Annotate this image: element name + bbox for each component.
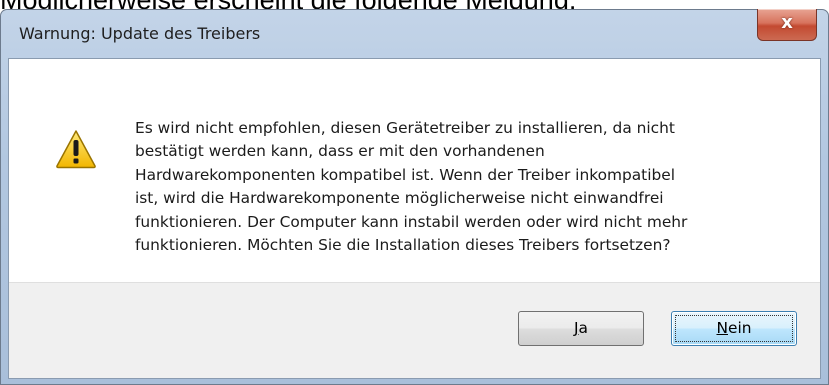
no-button-label: ein: [728, 319, 752, 337]
no-button-mnemonic: N: [716, 319, 728, 337]
button-bar: Ja Nein: [9, 282, 820, 378]
warning-message: Es wird nicht empfohlen, diesen Gerätetr…: [135, 119, 688, 255]
yes-button[interactable]: Ja: [518, 311, 644, 346]
dialog-content: Es wird nicht empfohlen, diesen Gerätetr…: [8, 58, 821, 379]
close-icon: x: [781, 12, 793, 33]
dialog-title: Warnung: Update des Treibers: [19, 24, 261, 43]
close-button[interactable]: x: [757, 9, 817, 41]
no-button[interactable]: Nein: [671, 311, 797, 346]
title-bar[interactable]: Warnung: Update des Treibers x: [1, 9, 828, 58]
warning-icon: [56, 130, 96, 169]
yes-button-label: a: [578, 319, 588, 337]
dialog-window: Warnung: Update des Treibers x Es wird n…: [0, 9, 829, 385]
